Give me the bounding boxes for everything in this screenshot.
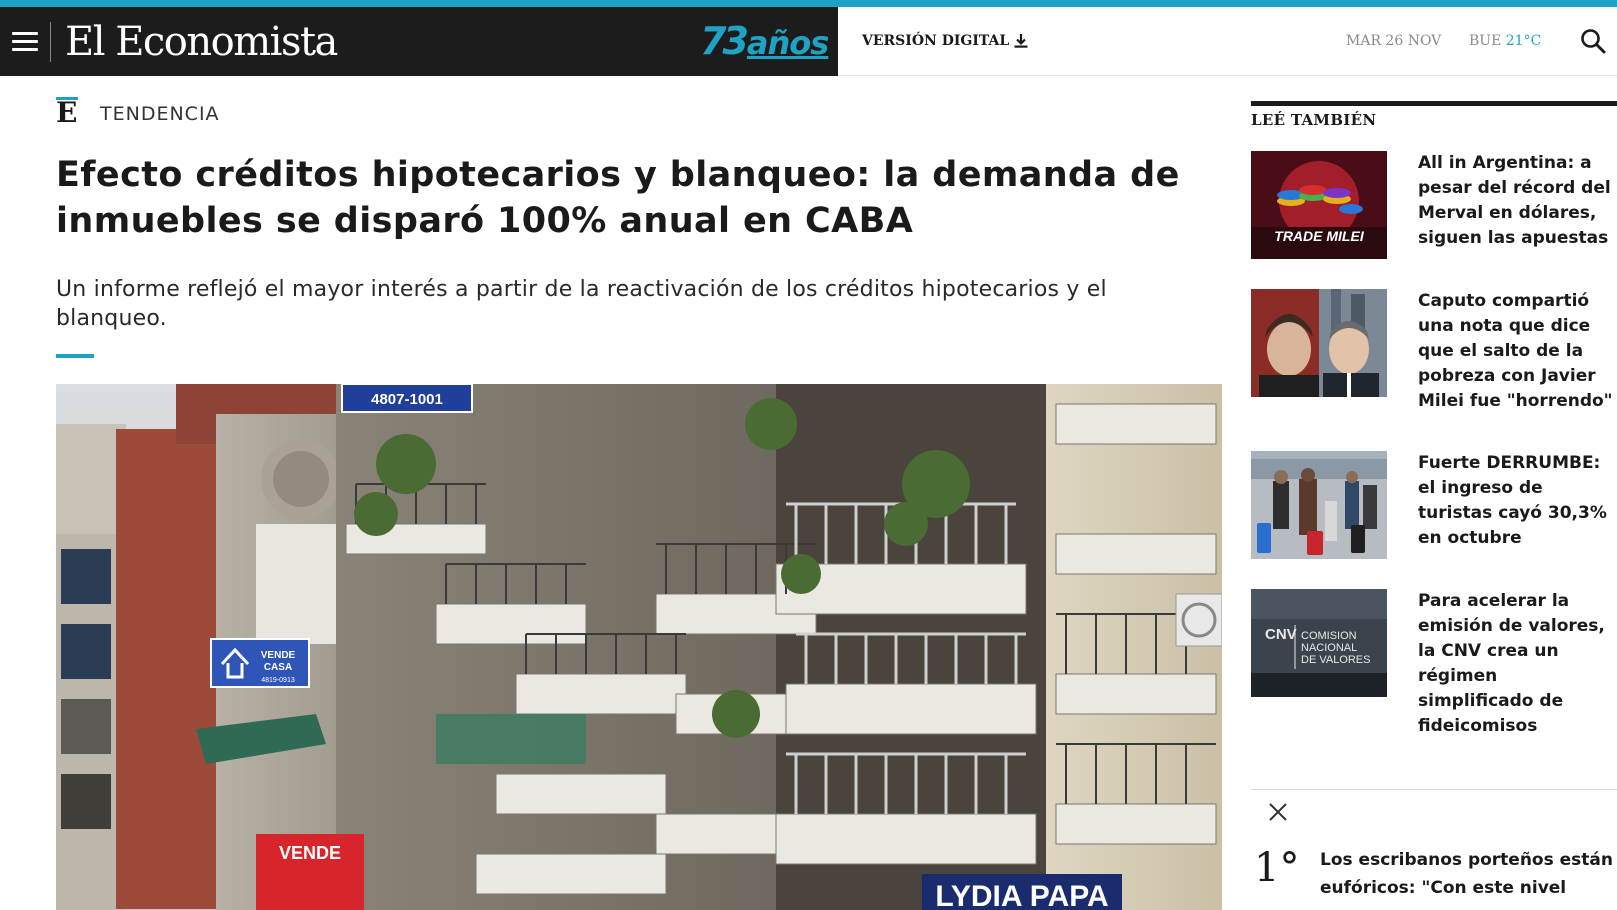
trending-title[interactable]: Los escribanos porteños están eufóricos:… (1320, 846, 1617, 902)
sidebar-item-3[interactable]: Fuerte DERRUMBE: el ingreso de turistas … (1251, 451, 1617, 559)
digital-version-link[interactable]: VERSIÓN DIGITAL (862, 33, 1029, 49)
header-brand-area: El Economista 73 años (0, 7, 838, 76)
trending-top-rule (1251, 789, 1617, 790)
sidebar-thumb-3[interactable] (1251, 451, 1387, 559)
thumb-1-label: TRADE MILEI (1274, 228, 1365, 244)
top-accent-bar (0, 0, 1617, 7)
anniversary-badge: 73 años (700, 19, 829, 63)
hamburger-menu-icon[interactable] (4, 21, 46, 63)
thumb-4-label-4: DE VALORES (1301, 654, 1371, 666)
current-date: MAR 26 NOV (1346, 33, 1442, 49)
hero-sign-vende-casa-1: VENDE (261, 650, 296, 661)
search-icon[interactable] (1579, 27, 1607, 55)
sidebar-item-4[interactable]: CNV COMISION NACIONAL DE VALORES Para ac… (1251, 589, 1617, 739)
header-tools: VERSIÓN DIGITAL MAR 26 NOV BUE 21°C (838, 7, 1617, 76)
sidebar-item-title[interactable]: Fuerte DERRUMBE: el ingreso de turistas … (1418, 451, 1617, 559)
sidebar-title: LEÉ TAMBIÉN (1251, 111, 1377, 129)
sidebar-top-rule (1251, 101, 1617, 106)
article-title: Efecto créditos hipotecarios y blanqueo:… (56, 155, 1180, 241)
sidebar-item-title[interactable]: Para acelerar la emisión de valores, la … (1418, 589, 1617, 739)
download-icon (1014, 34, 1028, 48)
article-subtitle: Un informe reflejó el mayor interés a pa… (56, 277, 1107, 331)
hero-sign-vende: VENDE (279, 843, 341, 863)
close-icon[interactable] (1266, 800, 1290, 824)
hero-photo-buildings: 4807-1001 VENDE CASA 4819-0913 VENDE LYD… (56, 384, 1222, 910)
sidebar-item-1[interactable]: TRADE MILEI All in Argentina: a pesar de… (1251, 151, 1617, 259)
thumb-4-label-2: COMISION (1301, 630, 1357, 642)
thumb-4-label-3: NACIONAL (1301, 642, 1357, 654)
sidebar-item-2[interactable]: Caputo compartió una nota que dice que e… (1251, 289, 1617, 414)
sidebar-thumb-2[interactable] (1251, 289, 1387, 397)
section-kicker: E TENDENCIA (56, 97, 220, 131)
sidebar-thumb-1[interactable]: TRADE MILEI (1251, 151, 1387, 259)
anniversary-number: 73 (700, 19, 749, 63)
anniversary-text: años (746, 24, 829, 62)
hero-sign-phone: 4807-1001 (371, 391, 443, 408)
hero-sign-vende-casa-phone: 4819-0913 (261, 677, 295, 684)
site-header: El Economista 73 años VERSIÓN DIGITAL MA… (0, 7, 1617, 76)
hero-sign-lydia: LYDIA PAPA (935, 880, 1108, 910)
menu-divider (50, 21, 51, 62)
weather-city: BUE (1469, 33, 1502, 49)
sidebar-thumb-4[interactable]: CNV COMISION NACIONAL DE VALORES (1251, 589, 1387, 697)
site-logo[interactable]: El Economista (65, 19, 338, 65)
sidebar-item-title[interactable]: All in Argentina: a pesar del récord del… (1418, 151, 1617, 259)
subtitle-accent-rule (56, 354, 94, 358)
sidebar-item-title[interactable]: Caputo compartió una nota que dice que e… (1418, 289, 1617, 414)
trending-rank: 1° (1254, 845, 1300, 891)
digital-version-label: VERSIÓN DIGITAL (862, 33, 1010, 49)
hero-sign-vende-casa-2: CASA (264, 662, 292, 673)
weather-widget: BUE 21°C (1469, 33, 1541, 49)
thumb-4-label-1: CNV (1265, 626, 1297, 643)
kicker-label[interactable]: TENDENCIA (100, 103, 220, 125)
hero-image: 4807-1001 VENDE CASA 4819-0913 VENDE LYD… (56, 384, 1222, 910)
weather-temp: 21°C (1505, 33, 1542, 49)
e-logo-icon: E (56, 96, 78, 129)
